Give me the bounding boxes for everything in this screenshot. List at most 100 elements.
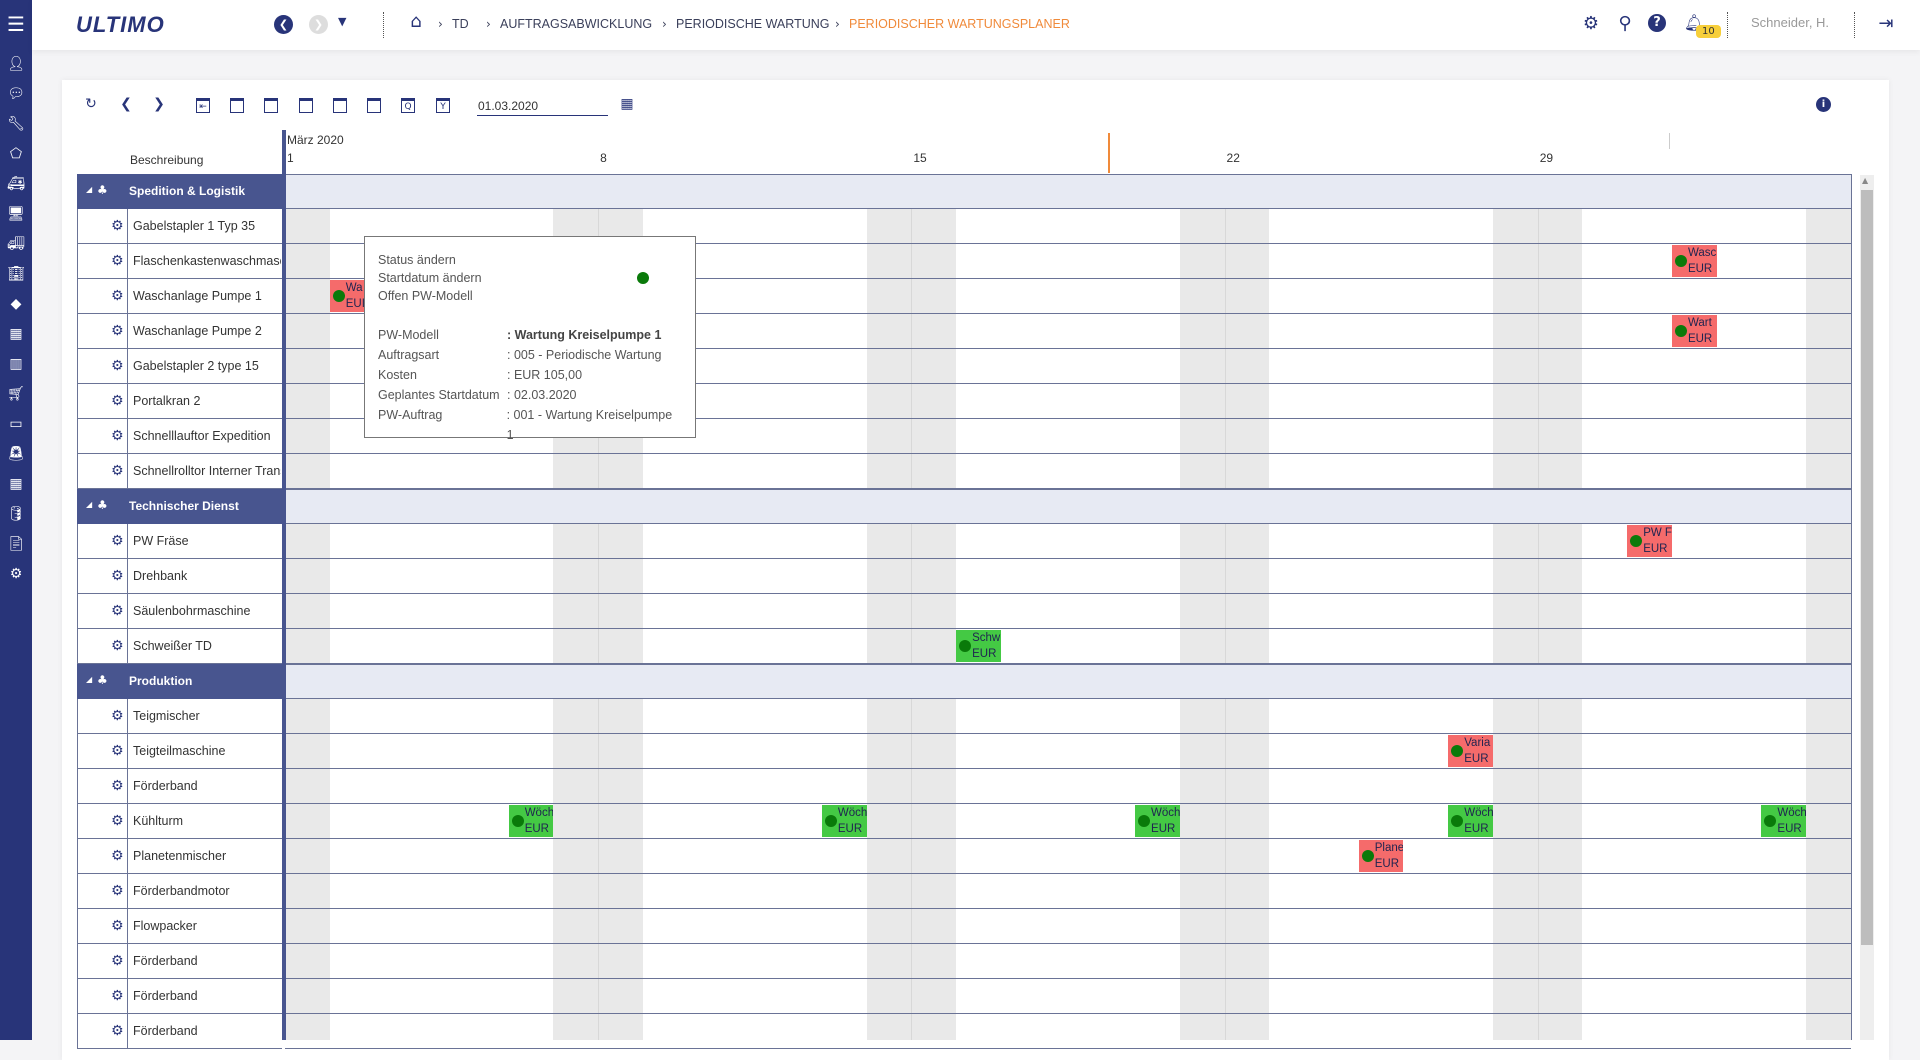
week-view-icon[interactable] <box>264 98 278 113</box>
buildings-icon[interactable]: 🏢︎ <box>0 264 32 284</box>
notification-badge: 10 <box>1696 25 1721 38</box>
maintenance-event[interactable]: Wasc EUR 1 <box>1671 245 1717 277</box>
next-icon[interactable]: ❯ <box>149 96 169 112</box>
forward-icon[interactable]: ❯ <box>309 15 328 34</box>
maintenance-event[interactable]: Wöch EUR 9 <box>1761 805 1807 837</box>
pentagon-icon[interactable]: ⬠ <box>0 144 32 164</box>
tooltip-field: PW-Auftrag: 001 - Wartung Kreiselpumpe 1 <box>378 405 682 445</box>
dashboard-icon[interactable]: ▦ <box>0 474 32 494</box>
cell-divider <box>127 419 128 454</box>
event-title: Wöch <box>1777 807 1807 819</box>
truck-icon[interactable]: 🚚︎ <box>0 234 32 254</box>
tooltip-action[interactable]: Offen PW-Modell <box>378 287 682 305</box>
cell-divider <box>127 559 128 594</box>
home-icon[interactable]: ⌂ <box>405 11 427 32</box>
event-cost: EUR 1 <box>972 648 997 660</box>
contact-icon[interactable]: 💬︎ <box>0 84 32 104</box>
collapse-icon[interactable]: ◢ <box>86 185 92 194</box>
settings-keys-icon[interactable]: ⚙ <box>0 564 32 584</box>
twoweek-view-icon[interactable] <box>299 98 313 113</box>
scrollbar-thumb[interactable] <box>1861 190 1873 945</box>
resource-name: PW Fräse <box>133 534 189 548</box>
breadcrumb-item[interactable]: TD <box>452 17 469 31</box>
gear-icon: ⚙ <box>111 988 124 1004</box>
user-name[interactable]: Schneider, H. <box>1751 15 1829 30</box>
breadcrumb-item[interactable]: PERIODISCHE WARTUNG <box>676 17 830 31</box>
tooltip-action[interactable]: Status ändern <box>378 251 682 269</box>
resource-name: Portalkran 2 <box>133 394 201 408</box>
maintenance-event[interactable]: Varia EUR 7 <box>1448 735 1493 767</box>
day-view-icon[interactable]: ⇤ <box>196 98 210 113</box>
maintenance-event[interactable]: Plane EUR <box>1358 840 1404 872</box>
cell-divider <box>127 804 128 839</box>
maintenance-event[interactable]: Wöch EUR 9 <box>1135 805 1180 837</box>
info-icon[interactable]: i <box>1816 97 1831 112</box>
event-title: PW F <box>1643 527 1672 539</box>
workweek-view-icon[interactable] <box>230 98 244 113</box>
monitor-icon[interactable]: 🖥︎ <box>0 204 32 224</box>
cell-divider <box>127 769 128 804</box>
report-icon[interactable]: 📄︎ <box>0 534 32 554</box>
maintenance-event[interactable]: Wöch EUR 9 <box>821 805 867 837</box>
wrench-icon[interactable]: 🔧︎ <box>0 114 32 134</box>
breadcrumb-item[interactable]: AUFTRAGSABWICKLUNG <box>500 17 652 31</box>
collapse-icon[interactable]: ◢ <box>86 675 92 684</box>
alarm-icon[interactable]: 🚨︎ <box>0 444 32 464</box>
binders-icon[interactable]: ▥ <box>0 354 32 374</box>
field-value: : EUR 105,00 <box>507 368 583 382</box>
row-line <box>285 943 1851 944</box>
event-title: Wart <box>1687 317 1712 329</box>
menu-icon[interactable]: ☰ <box>0 12 32 36</box>
search-icon[interactable]: ⚲ <box>1614 13 1636 34</box>
maintenance-event[interactable]: Wart EUR 1 <box>1671 315 1717 347</box>
multimonth-view-icon[interactable] <box>367 98 381 113</box>
diamond-icon[interactable]: ◆ <box>0 294 32 314</box>
maintenance-event[interactable]: Schw EUR 1 <box>956 630 1001 662</box>
scroll-up-icon[interactable]: ▲ <box>1862 176 1868 185</box>
resource-name: Planetenmischer <box>133 849 227 863</box>
status-dot-icon <box>637 272 649 284</box>
cart-icon[interactable]: 🛒︎ <box>0 384 32 404</box>
logout-icon[interactable]: ⇥ <box>1875 13 1897 34</box>
maintenance-event[interactable]: Wöch EUR 9 <box>1448 805 1493 837</box>
quarter-view-icon[interactable]: Q <box>401 98 415 113</box>
database-icon[interactable]: 🛢︎ <box>0 504 32 524</box>
refresh-icon[interactable]: ↻ <box>81 96 101 112</box>
history-dropdown-icon[interactable]: ▼ <box>338 15 346 28</box>
date-input[interactable] <box>477 96 608 116</box>
gear-icon: ⚙ <box>111 288 124 304</box>
status-dot-icon <box>1764 815 1777 827</box>
ultimo-logo[interactable]: ULTIMO <box>76 12 165 38</box>
cell-divider <box>127 524 128 559</box>
field-value: : 005 - Periodische Wartung <box>507 348 662 362</box>
year-view-icon[interactable]: Y <box>436 98 450 113</box>
group-name: Spedition & Logistik <box>129 184 245 198</box>
group-band <box>285 174 1851 209</box>
collapse-icon[interactable]: ◢ <box>86 500 92 509</box>
cell-divider <box>127 629 128 664</box>
calendar-icon[interactable]: ▦ <box>0 324 32 344</box>
user-icon[interactable]: 👤︎ <box>0 54 32 74</box>
calendar-picker-icon[interactable]: ▦ <box>617 96 637 112</box>
day-label: 8 <box>600 151 607 165</box>
gear-icon: ⚙ <box>111 603 124 619</box>
month-label: März 2020 <box>287 133 344 147</box>
weekend-column <box>911 174 957 1040</box>
settings-icon[interactable]: ⚙ <box>1580 13 1602 34</box>
resource-name: Kühlturm <box>133 814 184 828</box>
gear-icon: ⚙ <box>111 638 124 654</box>
back-icon[interactable]: ❮ <box>274 15 293 34</box>
splitter[interactable] <box>282 130 286 1040</box>
previous-icon[interactable]: ❮ <box>116 96 136 112</box>
ambulance-icon[interactable]: 🚑︎ <box>0 174 32 194</box>
gear-icon: ⚙ <box>111 218 124 234</box>
month-view-icon[interactable] <box>333 98 347 113</box>
event-cost: EUR <box>1374 858 1400 870</box>
maintenance-event[interactable]: PW F EUR 1 <box>1627 525 1672 557</box>
help-icon[interactable]: ? <box>1648 14 1666 32</box>
cell-divider <box>127 209 128 244</box>
gear-icon: ⚙ <box>111 358 124 374</box>
archive-icon[interactable]: ▭ <box>0 414 32 434</box>
breadcrumb-separator-icon: › <box>438 17 443 31</box>
maintenance-event[interactable]: Wöch EUR 9 <box>508 805 554 837</box>
